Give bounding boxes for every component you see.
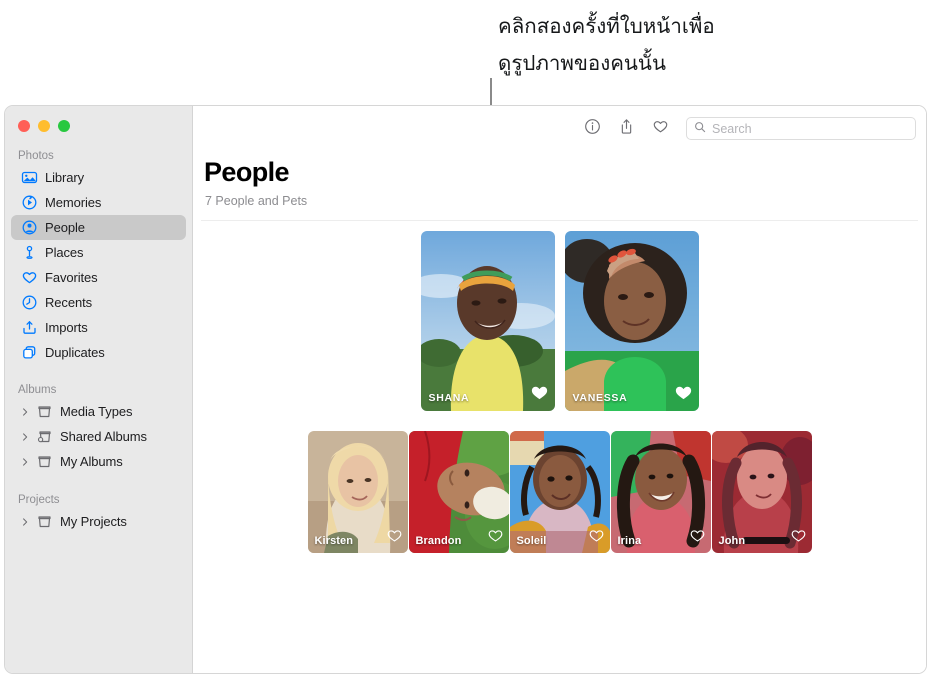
window-traffic-lights bbox=[5, 106, 192, 132]
sidebar-item-label: My Albums bbox=[60, 454, 123, 469]
favorite-heart-outline-icon[interactable] bbox=[488, 529, 503, 548]
sidebar-group-title-projects: Projects bbox=[5, 494, 192, 509]
person-name: John bbox=[719, 535, 746, 547]
photos-app-window: Photos Library Memories People bbox=[4, 105, 927, 674]
favorite-button[interactable] bbox=[643, 114, 677, 144]
album-folder-icon bbox=[36, 513, 53, 530]
sidebar-group-title-albums: Albums bbox=[5, 384, 192, 399]
person-tile-vanessa[interactable]: VANESSA bbox=[565, 231, 699, 411]
places-icon bbox=[21, 244, 38, 261]
sidebar-item-label: Favorites bbox=[45, 270, 98, 285]
person-tile-kirsten[interactable]: Kirsten bbox=[308, 431, 408, 553]
favorite-heart-outline-icon[interactable] bbox=[589, 529, 604, 548]
sidebar-item-my-albums[interactable]: My Albums bbox=[11, 449, 186, 474]
person-photo bbox=[565, 231, 699, 411]
page-subtitle: 7 People and Pets bbox=[193, 188, 926, 208]
sidebar-item-library[interactable]: Library bbox=[11, 165, 186, 190]
album-folder-icon bbox=[36, 403, 53, 420]
zoom-button[interactable] bbox=[58, 120, 70, 132]
content-area: Search People 7 People and Pets bbox=[193, 106, 926, 673]
chevron-right-icon[interactable] bbox=[21, 453, 30, 470]
sidebar-item-shared-albums[interactable]: Shared Albums bbox=[11, 424, 186, 449]
info-icon bbox=[584, 118, 601, 140]
sidebar-item-media-types[interactable]: Media Types bbox=[11, 399, 186, 424]
people-icon bbox=[21, 219, 38, 236]
album-folder-icon bbox=[36, 453, 53, 470]
sidebar-item-memories[interactable]: Memories bbox=[11, 190, 186, 215]
person-tile-soleil[interactable]: Soleil bbox=[510, 431, 610, 553]
sidebar-item-label: People bbox=[45, 220, 85, 235]
sidebar-group-title-photos: Photos bbox=[5, 150, 192, 165]
info-button[interactable] bbox=[575, 114, 609, 144]
favorite-heart-outline-icon[interactable] bbox=[791, 529, 806, 548]
favorites-grid: SHANA bbox=[193, 231, 926, 411]
close-button[interactable] bbox=[18, 120, 30, 132]
chevron-right-icon[interactable] bbox=[21, 403, 30, 420]
person-photo bbox=[421, 231, 555, 411]
memories-icon bbox=[21, 194, 38, 211]
minimize-button[interactable] bbox=[38, 120, 50, 132]
chevron-right-icon[interactable] bbox=[21, 513, 30, 530]
page-title: People bbox=[193, 151, 926, 188]
sidebar-item-recents[interactable]: Recents bbox=[11, 290, 186, 315]
favorites-heart-icon bbox=[21, 269, 38, 286]
header-divider bbox=[201, 220, 918, 221]
share-button[interactable] bbox=[609, 114, 643, 144]
search-icon bbox=[694, 120, 706, 138]
library-icon bbox=[21, 169, 38, 186]
sidebar-item-label: Media Types bbox=[60, 404, 132, 419]
favorite-heart-filled-icon[interactable] bbox=[675, 385, 692, 406]
shared-album-icon bbox=[36, 428, 53, 445]
sidebar-item-duplicates[interactable]: Duplicates bbox=[11, 340, 186, 365]
duplicates-icon bbox=[21, 344, 38, 361]
person-tile-irina[interactable]: Irina bbox=[611, 431, 711, 553]
share-icon bbox=[618, 118, 635, 140]
person-name: Brandon bbox=[416, 535, 462, 547]
sidebar-item-my-projects[interactable]: My Projects bbox=[11, 509, 186, 534]
sidebar-item-label: Shared Albums bbox=[60, 429, 147, 444]
sidebar: Photos Library Memories People bbox=[5, 106, 193, 673]
sidebar-item-label: Library bbox=[45, 170, 84, 185]
sidebar-item-places[interactable]: Places bbox=[11, 240, 186, 265]
sidebar-item-imports[interactable]: Imports bbox=[11, 315, 186, 340]
sidebar-item-label: Imports bbox=[45, 320, 88, 335]
sidebar-item-label: Places bbox=[45, 245, 83, 260]
toolbar: Search bbox=[193, 106, 926, 151]
sidebar-item-label: Duplicates bbox=[45, 345, 105, 360]
search-placeholder: Search bbox=[712, 122, 752, 136]
search-input[interactable]: Search bbox=[686, 117, 916, 140]
sidebar-item-label: My Projects bbox=[60, 514, 127, 529]
person-tile-brandon[interactable]: Brandon bbox=[409, 431, 509, 553]
person-name: Soleil bbox=[517, 535, 547, 547]
sidebar-item-label: Memories bbox=[45, 195, 101, 210]
people-grid: Kirsten bbox=[193, 431, 926, 553]
sidebar-item-people[interactable]: People bbox=[11, 215, 186, 240]
person-name: Irina bbox=[618, 535, 642, 547]
sidebar-item-favorites[interactable]: Favorites bbox=[11, 265, 186, 290]
person-tile-john[interactable]: John bbox=[712, 431, 812, 553]
favorite-heart-filled-icon[interactable] bbox=[531, 385, 548, 406]
chevron-right-icon[interactable] bbox=[21, 428, 30, 445]
screenshot-root: คลิกสองครั้งที่ใบหน้าเพื่อ ดูรูปภาพของคน… bbox=[0, 0, 931, 678]
person-tile-shana[interactable]: SHANA bbox=[421, 231, 555, 411]
sidebar-item-label: Recents bbox=[45, 295, 92, 310]
person-name: Kirsten bbox=[315, 535, 354, 547]
person-name: SHANA bbox=[429, 392, 470, 404]
recents-clock-icon bbox=[21, 294, 38, 311]
callout-text: คลิกสองครั้งที่ใบหน้าเพื่อ ดูรูปภาพของคน… bbox=[498, 8, 798, 82]
favorite-heart-outline-icon[interactable] bbox=[690, 529, 705, 548]
imports-icon bbox=[21, 319, 38, 336]
favorite-heart-outline-icon[interactable] bbox=[387, 529, 402, 548]
person-name: VANESSA bbox=[573, 392, 628, 404]
heart-icon bbox=[652, 118, 669, 140]
